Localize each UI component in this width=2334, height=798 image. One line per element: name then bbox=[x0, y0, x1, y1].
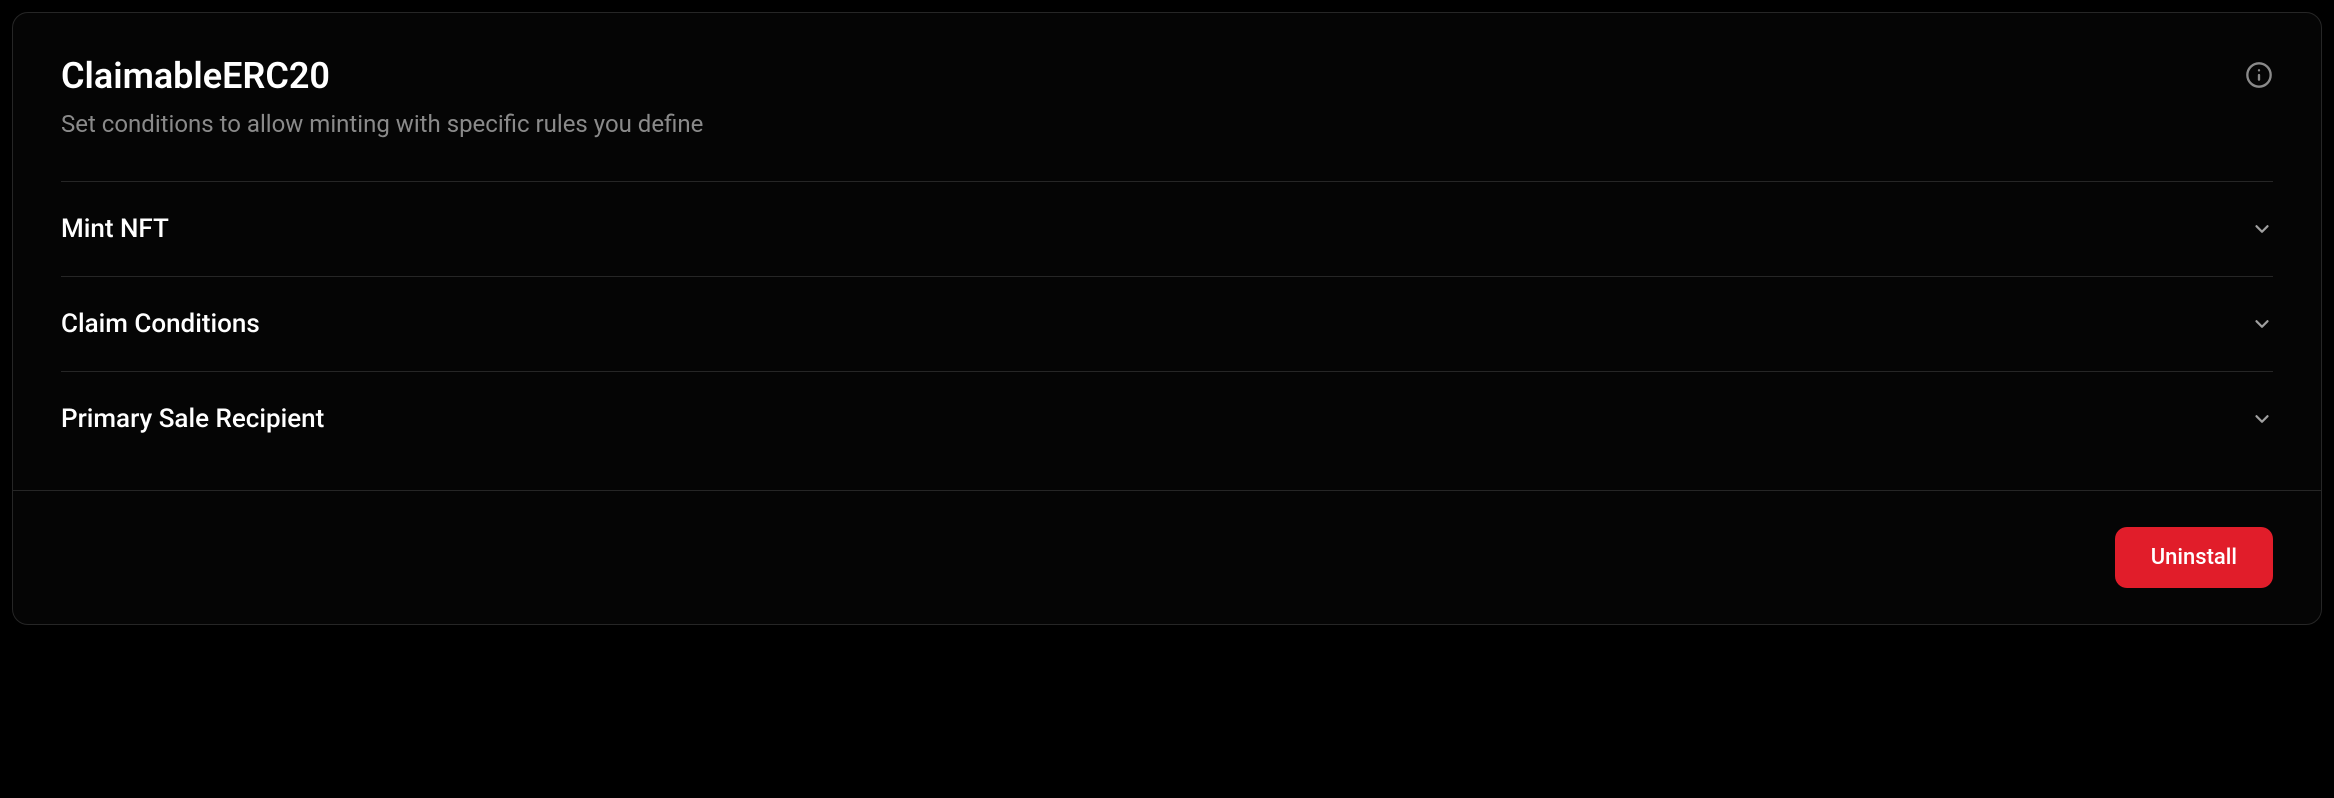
accordion-list: Mint NFT Claim Conditions Primary Sale R… bbox=[13, 181, 2321, 466]
chevron-down-icon bbox=[2251, 218, 2273, 240]
uninstall-button[interactable]: Uninstall bbox=[2115, 527, 2273, 588]
module-card: ClaimableERC20 Set conditions to allow m… bbox=[12, 12, 2322, 625]
accordion-item-mint-nft[interactable]: Mint NFT bbox=[61, 181, 2273, 276]
accordion-label: Primary Sale Recipient bbox=[61, 404, 324, 434]
card-subtitle: Set conditions to allow minting with spe… bbox=[61, 108, 2273, 142]
accordion-item-claim-conditions[interactable]: Claim Conditions bbox=[61, 276, 2273, 371]
accordion-label: Claim Conditions bbox=[61, 309, 260, 339]
card-footer: Uninstall bbox=[13, 490, 2321, 624]
accordion-item-primary-sale-recipient[interactable]: Primary Sale Recipient bbox=[61, 371, 2273, 466]
info-icon[interactable] bbox=[2245, 61, 2273, 89]
chevron-down-icon bbox=[2251, 313, 2273, 335]
accordion-label: Mint NFT bbox=[61, 214, 169, 244]
card-header: ClaimableERC20 Set conditions to allow m… bbox=[13, 13, 2321, 173]
chevron-down-icon bbox=[2251, 408, 2273, 430]
card-title: ClaimableERC20 bbox=[61, 53, 2273, 100]
